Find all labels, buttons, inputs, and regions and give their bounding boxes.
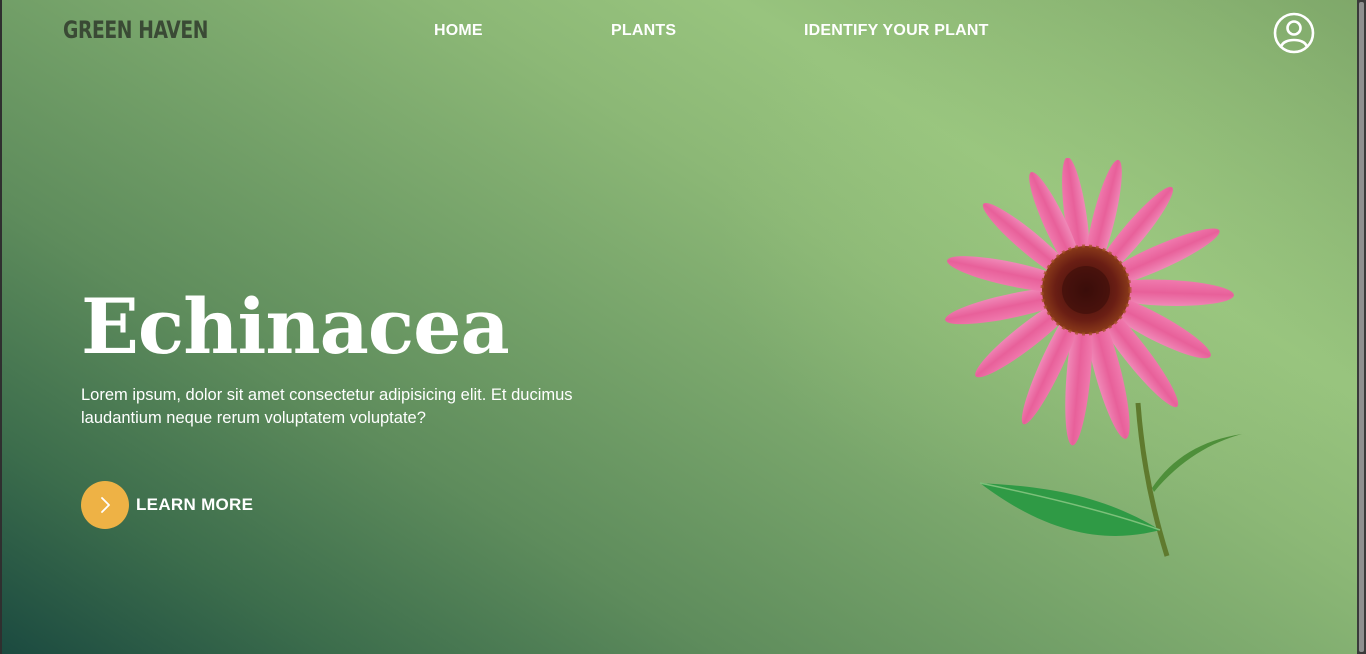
learn-more-button[interactable]: LEARN MORE [81,481,253,529]
hero-page: GREEN HAVEN HOME PLANTS IDENTIFY YOUR PL… [2,0,1357,654]
learn-more-label: LEARN MORE [136,495,254,514]
echinacea-flower-image [942,157,1252,563]
site-logo[interactable]: GREEN HAVEN [63,16,208,44]
user-account-icon[interactable] [1273,12,1315,54]
hero-title: Echinacea [81,282,510,371]
scrollbar[interactable] [1357,0,1366,654]
nav-link-home[interactable]: HOME [434,22,483,40]
nav-link-plants[interactable]: PLANTS [611,22,676,40]
scrollbar-thumb[interactable] [1359,2,1364,652]
hero-description: Lorem ipsum, dolor sit amet consectetur … [81,386,573,427]
chevron-right-icon [81,481,129,529]
nav-link-identify[interactable]: IDENTIFY YOUR PLANT [804,22,989,40]
